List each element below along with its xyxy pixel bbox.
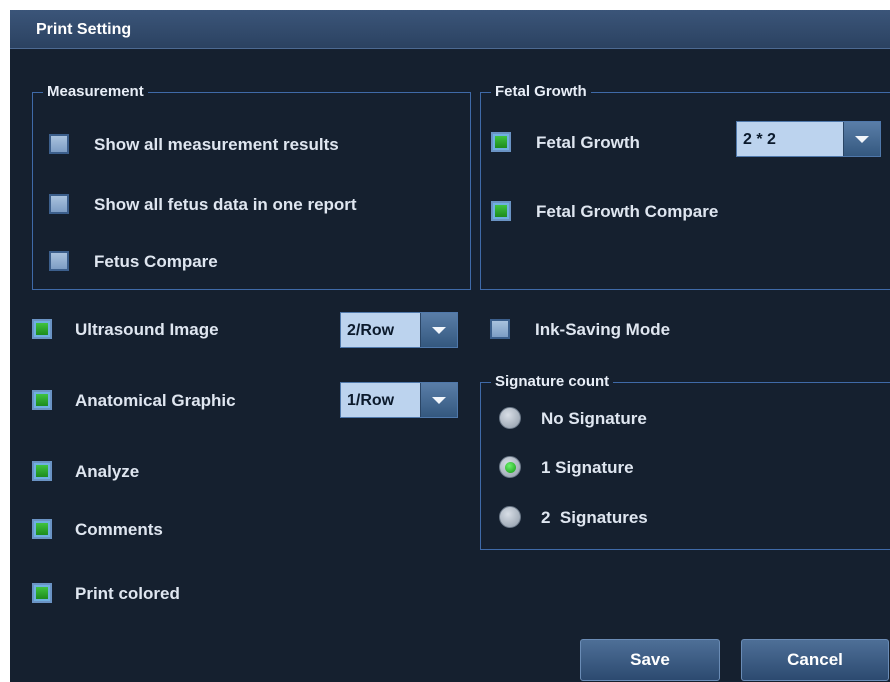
measurement-group: Measurement Show all measurement results… — [32, 83, 471, 290]
one-signature-option[interactable]: 1 Signature — [499, 456, 719, 480]
ink-saving-mode-checkbox[interactable] — [490, 319, 510, 339]
analyze-option[interactable]: Analyze — [32, 460, 232, 484]
show-all-measurement-results-checkbox[interactable] — [49, 134, 69, 154]
fetal-growth-layout-value: 2 * 2 — [743, 131, 776, 148]
anatomical-graphic-label: Anatomical Graphic — [75, 391, 236, 410]
anatomical-graphic-checkbox[interactable] — [32, 390, 52, 410]
signature-count-group: Signature count No Signature 1 Signature… — [480, 373, 890, 550]
fetus-compare-option[interactable]: Fetus Compare — [49, 250, 449, 274]
one-signature-radio[interactable] — [499, 456, 521, 478]
ultrasound-image-option[interactable]: Ultrasound Image — [32, 318, 312, 342]
cancel-button[interactable]: Cancel — [741, 639, 889, 681]
measurement-legend: Measurement — [43, 83, 148, 101]
fetal-growth-checkbox[interactable] — [491, 132, 511, 152]
no-signature-option[interactable]: No Signature — [499, 407, 719, 431]
chevron-down-icon[interactable] — [843, 122, 880, 156]
fetal-growth-legend: Fetal Growth — [491, 83, 591, 101]
fetal-growth-compare-option[interactable]: Fetal Growth Compare — [491, 200, 791, 224]
analyze-label: Analyze — [75, 462, 140, 481]
show-all-fetus-data-option[interactable]: Show all fetus data in one report — [49, 193, 449, 217]
show-all-measurement-results-label: Show all measurement results — [94, 135, 339, 154]
fetus-compare-checkbox[interactable] — [49, 251, 69, 271]
ultrasound-image-checkbox[interactable] — [32, 319, 52, 339]
comments-option[interactable]: Comments — [32, 518, 232, 542]
fetal-growth-option[interactable]: Fetal Growth — [491, 131, 691, 155]
anatomical-graphic-per-row-select[interactable]: 1/Row — [340, 382, 458, 418]
analyze-checkbox[interactable] — [32, 461, 52, 481]
dialog-title: Print Setting — [36, 21, 132, 38]
fetal-growth-compare-checkbox[interactable] — [491, 201, 511, 221]
two-signatures-label: 2 Signatures — [541, 508, 648, 527]
ink-saving-mode-option[interactable]: Ink-Saving Mode — [490, 318, 750, 342]
print-colored-option[interactable]: Print colored — [32, 582, 232, 606]
show-all-fetus-data-checkbox[interactable] — [49, 194, 69, 214]
fetal-growth-layout-select[interactable]: 2 * 2 — [736, 121, 881, 157]
anatomical-graphic-option[interactable]: Anatomical Graphic — [32, 389, 312, 413]
fetal-growth-label: Fetal Growth — [536, 133, 640, 152]
show-all-fetus-data-label: Show all fetus data in one report — [94, 195, 357, 214]
fetal-growth-group: Fetal Growth Fetal Growth 2 * 2 Fetal Gr… — [480, 83, 890, 290]
fetus-compare-label: Fetus Compare — [94, 252, 218, 271]
print-setting-dialog: Print Setting Measurement Show all measu… — [10, 10, 890, 682]
show-all-measurement-results-option[interactable]: Show all measurement results — [49, 133, 449, 157]
comments-label: Comments — [75, 520, 163, 539]
no-signature-label: No Signature — [541, 409, 647, 428]
save-button[interactable]: Save — [580, 639, 720, 681]
comments-checkbox[interactable] — [32, 519, 52, 539]
two-signatures-radio[interactable] — [499, 506, 521, 528]
anatomical-graphic-per-row-value: 1/Row — [347, 392, 395, 409]
no-signature-radio[interactable] — [499, 407, 521, 429]
ultrasound-image-per-row-value: 2/Row — [347, 322, 395, 339]
ultrasound-image-label: Ultrasound Image — [75, 320, 219, 339]
print-colored-label: Print colored — [75, 584, 180, 603]
ink-saving-mode-label: Ink-Saving Mode — [535, 320, 671, 339]
print-colored-checkbox[interactable] — [32, 583, 52, 603]
signature-count-legend: Signature count — [491, 373, 614, 391]
one-signature-label: 1 Signature — [541, 458, 634, 477]
fetal-growth-compare-label: Fetal Growth Compare — [536, 202, 719, 221]
ultrasound-image-per-row-select[interactable]: 2/Row — [340, 312, 458, 348]
chevron-down-icon[interactable] — [420, 313, 457, 347]
title-bar: Print Setting — [10, 10, 890, 49]
chevron-down-icon[interactable] — [420, 383, 457, 417]
two-signatures-option[interactable]: 2 Signatures — [499, 506, 719, 530]
